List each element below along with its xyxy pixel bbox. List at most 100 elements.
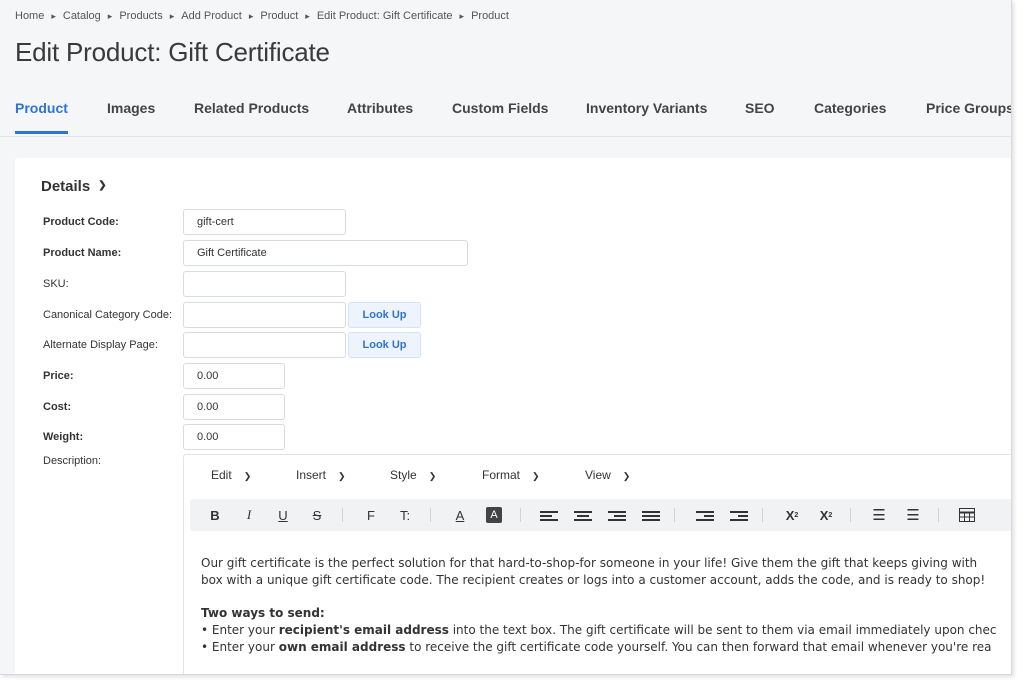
weight-label: Weight: (43, 431, 84, 443)
menu-format-label: Format (482, 468, 521, 482)
sku-label: SKU: (43, 278, 69, 290)
alternate-display-label: Alternate Display Page: (43, 339, 158, 351)
row-product-code: Product Code: (43, 209, 184, 235)
chevron-down-icon: ❯ (243, 471, 252, 481)
tab-bar: Product Images Related Products Attribut… (0, 96, 1011, 137)
breadcrumb-catalog[interactable]: Catalog (63, 10, 101, 22)
row-description: Description: (43, 448, 184, 474)
details-heading: Details (41, 178, 91, 195)
superscript-button[interactable]: X2 (782, 505, 802, 525)
chevron-down-icon: ❯ (338, 471, 346, 481)
cost-input[interactable]: 0.00 (183, 394, 285, 420)
alternate-display-input[interactable] (183, 332, 346, 358)
row-sku: SKU: (43, 271, 184, 297)
align-justify-icon[interactable] (642, 505, 660, 525)
breadcrumb-add-product[interactable]: Add Product (181, 10, 242, 22)
chevron-down-icon: ❯ (428, 471, 437, 481)
align-right-icon[interactable] (608, 505, 626, 525)
menu-format[interactable]: Format ❯ (482, 468, 540, 482)
bullet-text-pre: Enter your (211, 623, 279, 637)
page-title: Edit Product: Gift Certificate (15, 37, 330, 67)
tab-attributes[interactable]: Attributes (347, 100, 413, 134)
strikethrough-button[interactable]: S (310, 505, 324, 525)
font-family-button[interactable]: F (364, 505, 378, 525)
product-name-label: Product Name: (43, 247, 122, 259)
tab-categories[interactable]: Categories (814, 100, 886, 134)
content-paragraph-line: Our gift certificate is the perfect solu… (201, 556, 978, 570)
breadcrumb-products[interactable]: Products (119, 10, 162, 22)
menu-insert[interactable]: Insert ❯ (296, 468, 346, 482)
menu-insert-label: Insert (296, 468, 327, 482)
canonical-category-input[interactable] (183, 302, 346, 328)
menu-edit-label: Edit (211, 468, 232, 482)
product-name-input[interactable]: Gift Certificate (183, 240, 468, 266)
bullet-icon: • (201, 623, 212, 637)
details-toggle[interactable]: Details ❯ (41, 178, 107, 195)
bullet-text-post: to receive the gift certificate code you… (405, 640, 992, 654)
toolbar-divider (342, 508, 343, 522)
outdent-icon[interactable] (696, 505, 714, 525)
weight-input[interactable]: 0.00 (183, 424, 285, 450)
indent-icon[interactable] (730, 505, 748, 525)
align-center-icon[interactable] (574, 505, 592, 525)
toolbar-divider (520, 508, 521, 522)
background-color-button[interactable]: A (486, 507, 502, 523)
tab-seo[interactable]: SEO (745, 100, 775, 134)
bullet-text-bold: recipient's email address (278, 623, 449, 637)
toolbar-divider (674, 508, 675, 522)
price-input[interactable]: 0.00 (183, 363, 285, 389)
chevron-down-icon: ❯ (98, 180, 107, 191)
product-code-input[interactable]: gift-cert (183, 209, 346, 235)
align-left-icon[interactable] (540, 505, 558, 525)
canonical-category-label: Canonical Category Code: (43, 309, 173, 321)
tab-price-groups[interactable]: Price Groups (926, 100, 1011, 134)
toolbar-divider (430, 508, 431, 522)
menu-style[interactable]: Style ❯ (390, 468, 436, 482)
table-icon[interactable] (958, 505, 976, 525)
toolbar-divider (850, 508, 851, 522)
subscript-button[interactable]: X2 (816, 505, 836, 525)
content-heading: Two ways to send: (201, 606, 325, 620)
row-alternate-display: Alternate Display Page: (43, 332, 184, 358)
text-color-button[interactable]: A (452, 505, 468, 525)
chevron-down-icon: ❯ (532, 471, 540, 481)
font-size-button[interactable]: T: (396, 505, 414, 525)
menu-style-label: Style (390, 468, 417, 482)
chevron-right-icon: ▸ (169, 10, 175, 21)
italic-button[interactable]: I (242, 505, 256, 525)
product-code-label: Product Code: (43, 216, 119, 228)
underline-button[interactable]: U (276, 505, 290, 525)
content-bullet: • Enter your own email address to receiv… (201, 639, 997, 656)
sku-input[interactable] (183, 271, 346, 297)
tab-related-products[interactable]: Related Products (194, 100, 309, 134)
breadcrumb-edit-product[interactable]: Edit Product: Gift Certificate (317, 10, 453, 22)
menu-view[interactable]: View ❯ (585, 468, 630, 482)
breadcrumb-product[interactable]: Product (260, 10, 298, 22)
tab-product[interactable]: Product (15, 100, 68, 134)
tab-inventory-variants[interactable]: Inventory Variants (586, 100, 707, 134)
row-weight: Weight: (43, 424, 184, 450)
description-editor: Edit ❯ Insert ❯ Style ❯ Format ❯ View ❯ B I U… (183, 454, 1011, 674)
tab-images[interactable]: Images (107, 100, 155, 134)
bullet-icon: • (201, 640, 212, 654)
price-label: Price: (43, 370, 74, 382)
bullet-list-icon[interactable]: ☰ (870, 505, 888, 525)
row-cost: Cost: (43, 394, 184, 420)
cost-label: Cost: (43, 401, 72, 413)
breadcrumb-current: Product (471, 10, 509, 22)
breadcrumb-home[interactable]: Home (15, 10, 44, 22)
bullet-text-post: into the text box. The gift certificate … (448, 623, 997, 637)
menu-edit[interactable]: Edit ❯ (211, 468, 251, 482)
editor-content[interactable]: Our gift certificate is the perfect solu… (201, 555, 997, 656)
bold-button[interactable]: B (208, 505, 222, 525)
breadcrumb: Home ▸ Catalog ▸ Products ▸ Add Product … (15, 10, 509, 22)
canonical-category-lookup-button[interactable]: Look Up (348, 302, 421, 328)
numbered-list-icon[interactable]: ☰ (904, 505, 922, 525)
chevron-right-icon: ▸ (51, 10, 56, 21)
details-panel: Details ❯ Product Code: gift-cert Produc… (15, 158, 1011, 674)
chevron-down-icon: ❯ (622, 471, 631, 481)
tab-custom-fields[interactable]: Custom Fields (452, 100, 548, 134)
row-price: Price: (43, 363, 184, 389)
content-paragraph-line: box with a unique gift certificate code.… (201, 573, 986, 587)
alternate-display-lookup-button[interactable]: Look Up (348, 332, 421, 358)
